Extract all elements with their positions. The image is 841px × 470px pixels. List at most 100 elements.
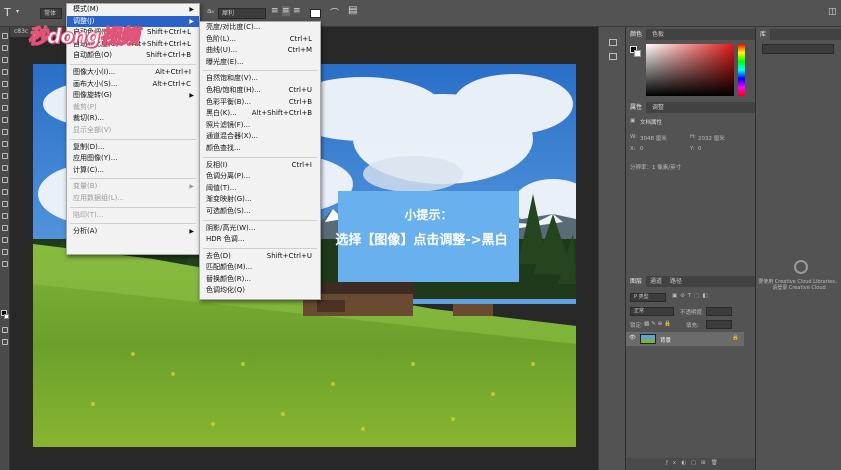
stamp-tool-icon[interactable] [2, 129, 8, 135]
visibility-eye-icon[interactable]: 👁 [629, 335, 636, 341]
type-tool-icon[interactable]: T [4, 6, 11, 19]
actions-panel-icon[interactable] [609, 53, 617, 60]
adjustments-menu-item[interactable]: 照片滤镜(F)... [200, 120, 320, 132]
image-menu-item[interactable]: 自动颜色(O) Shift+Ctrl+B [67, 50, 199, 62]
adjustments-menu-item[interactable]: 亮度/对比度(C)... [200, 22, 320, 34]
image-menu-item[interactable]: 图像大小(I)... Alt+Ctrl+I [67, 67, 199, 79]
align-left-icon[interactable]: ≡ [271, 6, 279, 16]
marquee-tool-icon[interactable] [2, 45, 8, 51]
hue-slider[interactable] [738, 44, 745, 96]
tab-libraries[interactable]: 库 [756, 29, 771, 40]
blur-tool-icon[interactable] [2, 177, 8, 183]
eyedropper-tool-icon[interactable] [2, 93, 8, 99]
adjustments-menu-item[interactable]: 匹配颜色(M)... [200, 262, 320, 274]
tool-preset-arrow-icon[interactable]: ▾ [16, 8, 19, 15]
opacity-field[interactable] [706, 307, 732, 316]
adjustments-menu-item[interactable]: 可选颜色(S)... [200, 206, 320, 218]
menu-item-shortcut: Shift+Ctrl+L [147, 28, 191, 37]
zoom-tool-icon[interactable] [2, 261, 8, 267]
tab-channels[interactable]: 通道 [646, 276, 666, 287]
adjustments-menu-item[interactable]: 去色(D) Shift+Ctrl+U [200, 251, 320, 263]
color-picker-field[interactable] [646, 44, 734, 96]
tab-swatches[interactable]: 色板 [648, 29, 668, 40]
adjustments-menu-item[interactable]: 阴影/高光(W)... [200, 223, 320, 235]
image-menu-item[interactable]: 复制(D)... [67, 142, 199, 154]
lasso-tool-icon[interactable] [2, 57, 8, 63]
brush-tool-icon[interactable] [2, 117, 8, 123]
tab-color[interactable]: 颜色 [626, 29, 647, 40]
type-tool-icon-left[interactable] [2, 213, 8, 219]
pen-tool-icon[interactable] [2, 201, 8, 207]
move-tool-icon[interactable] [2, 33, 8, 39]
dodge-tool-icon[interactable] [2, 189, 8, 195]
tab-layers[interactable]: 图层 [626, 276, 647, 287]
menu-item-label: 自动颜色(O) [73, 51, 112, 60]
layer-name[interactable]: 背景 [660, 336, 671, 344]
image-menu-item[interactable]: 分析(A) ▶ [67, 226, 199, 238]
adjustments-menu-item[interactable]: 渐变映射(G)... [200, 194, 320, 206]
image-menu-item[interactable]: 画布大小(S)... Alt+Ctrl+C [67, 79, 199, 91]
gradient-tool-icon[interactable] [2, 165, 8, 171]
antialias-select[interactable]: 犀利 [218, 8, 266, 19]
image-menu-item[interactable]: 图像旋转(G) ▶ [67, 90, 199, 102]
tab-properties[interactable]: 属性 [626, 102, 647, 113]
library-select[interactable] [762, 44, 834, 54]
adjustments-menu-item[interactable]: 自然饱和度(V)... [200, 73, 320, 85]
path-select-tool-icon[interactable] [2, 225, 8, 231]
adjustments-menu-item[interactable]: 颜色查找... [200, 143, 320, 155]
image-menu-item[interactable]: 裁切(R)... [67, 113, 199, 125]
adjustments-menu-item[interactable]: 色相/饱和度(H)... Ctrl+U [200, 85, 320, 97]
adjustments-menu-item[interactable]: 曲线(U)... Ctrl+M [200, 45, 320, 57]
adjustments-menu-item[interactable]: 色阶(L)... Ctrl+L [200, 34, 320, 46]
adjustments-menu-item[interactable]: 替换颜色(R)... [200, 274, 320, 286]
layer-kind-filter[interactable]: P 类型 [630, 293, 666, 302]
tab-adjustments[interactable]: 调整 [648, 102, 668, 113]
blend-mode-select[interactable]: 正常 [630, 307, 674, 316]
height-value[interactable]: 2032 厘米 [698, 134, 725, 142]
screen-mode-icon[interactable] [2, 339, 8, 345]
tab-paths[interactable]: 路径 [666, 276, 686, 287]
character-panel-icon[interactable]: ▤ [348, 5, 357, 16]
quick-select-tool-icon[interactable] [2, 69, 8, 75]
y-value[interactable]: 0 [698, 146, 702, 152]
image-menu-item[interactable]: 应用图像(Y)... [67, 153, 199, 165]
width-value[interactable]: 3048 厘米 [640, 134, 667, 142]
warp-text-icon[interactable]: ⌒ [330, 6, 339, 19]
adjustments-menu-item[interactable]: 反相(I) Ctrl+I [200, 160, 320, 172]
menu-item-label: 裁剪(P) [73, 102, 97, 111]
adjustments-menu-item[interactable]: 曝光度(E)... [200, 57, 320, 69]
eraser-tool-icon[interactable] [2, 153, 8, 159]
adjustments-menu-item[interactable]: 黑白(K)... Alt+Shift+Ctrl+B [200, 108, 320, 120]
layers-panel-tabs: 图层 通道 路径 [626, 276, 755, 287]
image-menu-item[interactable]: 模式(M) ▶ [67, 4, 199, 16]
healing-tool-icon[interactable] [2, 105, 8, 111]
align-center-icon[interactable]: ≡ [282, 6, 290, 16]
history-panel-icon[interactable] [609, 39, 617, 46]
adjustments-menu-item[interactable]: HDR 色调... [200, 234, 320, 246]
image-menu-item[interactable]: 计算(C)... [67, 165, 199, 177]
height-label: H: [690, 134, 696, 140]
hand-tool-icon[interactable] [2, 249, 8, 255]
menu-item-label: 亮度/对比度(C)... [206, 23, 261, 31]
adjustments-menu-item[interactable]: 色调分离(P)... [200, 171, 320, 183]
layer-row-background[interactable]: 👁 背景 🔒 [626, 332, 744, 346]
crop-tool-icon[interactable] [2, 81, 8, 87]
fill-field[interactable] [706, 320, 732, 329]
adjustments-menu-item[interactable]: 阈值(T)... [200, 183, 320, 195]
workspace-icon[interactable]: ◫ [828, 7, 837, 17]
x-value[interactable]: 0 [640, 146, 644, 152]
layer-filter-icons[interactable]: ▣⊘T⬚◧ [672, 293, 711, 299]
adjustments-menu-item[interactable]: 色调均化(Q) [200, 285, 320, 297]
background-color-swatch[interactable] [4, 314, 9, 319]
font-style-field[interactable]: 常体 [40, 8, 62, 19]
layer-actions-icons[interactable]: ƒx◐▢⊞🗑 [666, 460, 723, 466]
adjustments-menu-item[interactable]: 通道混合器(X)... [200, 131, 320, 143]
align-right-icon[interactable]: ≡ [293, 6, 301, 16]
quick-mask-icon[interactable] [2, 327, 8, 333]
text-color-swatch[interactable] [310, 9, 321, 18]
shape-tool-icon[interactable] [2, 237, 8, 243]
history-brush-tool-icon[interactable] [2, 141, 8, 147]
background-swatch[interactable] [634, 50, 641, 57]
lock-icons[interactable]: ▩✎⊕🔒 [644, 321, 673, 327]
adjustments-menu-item[interactable]: 色彩平衡(B)... Ctrl+B [200, 97, 320, 109]
